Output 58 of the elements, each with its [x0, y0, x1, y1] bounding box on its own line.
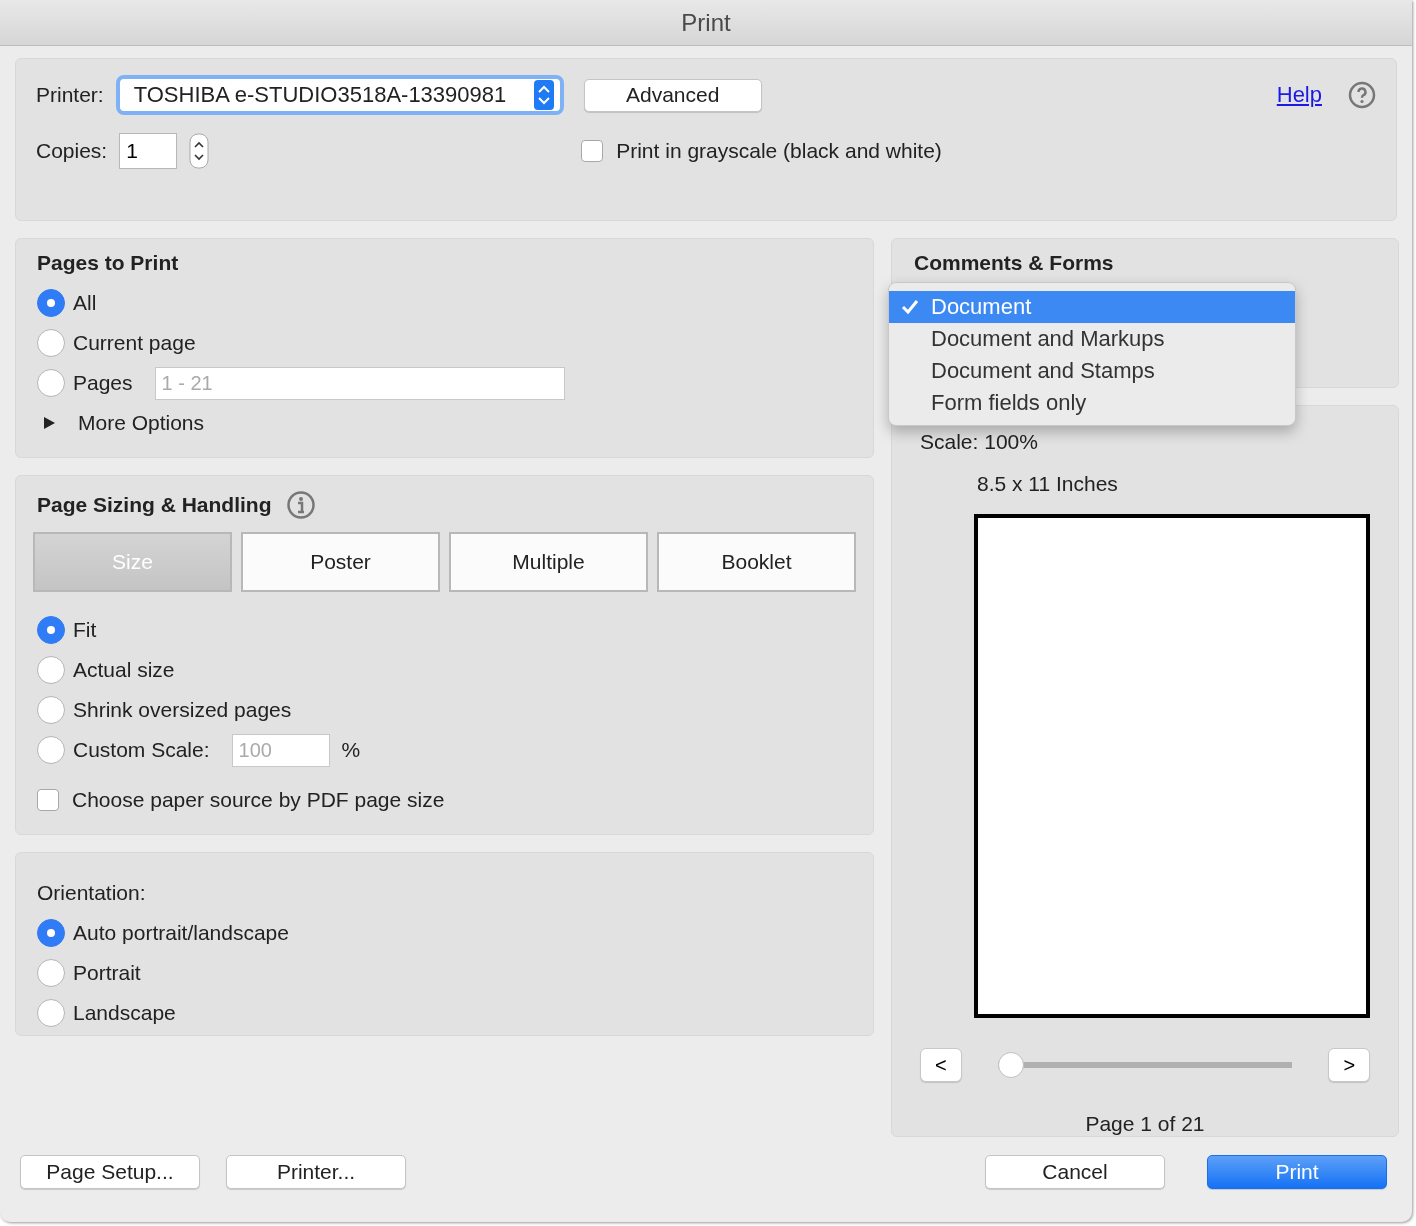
section-title: Orientation: — [37, 881, 147, 905]
option-label: Pages — [73, 371, 133, 395]
scale-label: Scale: 100% — [920, 430, 1039, 454]
tab[interactable]: Booklet — [657, 532, 856, 592]
tab[interactable]: Poster — [241, 532, 440, 592]
radio-button[interactable] — [37, 329, 65, 357]
radio-button[interactable] — [37, 656, 65, 684]
radio-button[interactable] — [37, 959, 65, 987]
more-options-label[interactable]: More Options — [78, 411, 205, 435]
page-setup-button[interactable]: Page Setup... — [20, 1155, 200, 1189]
menu-item[interactable]: Form fields only — [889, 387, 1295, 419]
section-title: Pages to Print — [37, 251, 180, 275]
help-link[interactable]: Help — [1276, 82, 1322, 108]
option-label: Shrink oversized pages — [73, 698, 292, 722]
radio-button[interactable] — [37, 999, 65, 1027]
radio-button[interactable] — [37, 736, 65, 764]
option-label: Landscape — [73, 1001, 176, 1025]
checkbox[interactable] — [581, 140, 604, 162]
option-label: All — [73, 291, 97, 315]
radio-button[interactable] — [37, 696, 65, 724]
checkmark-icon — [901, 299, 919, 315]
option-label: Portrait — [73, 961, 141, 985]
printer-dropdown[interactable]: TOSHIBA e-STUDIO3518A-13390981 — [115, 75, 564, 115]
page-count-label: Page 1 of 21 — [1084, 1112, 1206, 1136]
checkbox[interactable] — [37, 789, 59, 811]
next-page-button[interactable]: > — [1328, 1048, 1370, 1082]
copies-label: Copies: — [36, 139, 108, 163]
tab[interactable]: Multiple — [449, 532, 648, 592]
section-title: Page Sizing & Handling — [37, 493, 272, 517]
stepper-icon[interactable] — [189, 133, 210, 169]
previous-page-button[interactable]: < — [920, 1048, 962, 1082]
grayscale-label: Print in grayscale (black and white) — [616, 139, 942, 163]
option-label: Actual size — [73, 658, 175, 682]
paper-source-label: Choose paper source by PDF page size — [72, 788, 445, 812]
copies-field[interactable]: 1 — [119, 133, 178, 169]
help-icon[interactable] — [1348, 81, 1376, 109]
radio-button[interactable] — [37, 919, 65, 947]
paper-size-label: 8.5 x 11 Inches — [977, 472, 1119, 496]
advanced-button[interactable]: Advanced — [583, 78, 762, 112]
option-label: Current page — [73, 331, 196, 355]
stepper-icon — [533, 80, 554, 110]
printer-button[interactable]: Printer... — [226, 1155, 406, 1189]
radio-button[interactable] — [37, 289, 65, 317]
menu-item[interactable]: Document and Markups — [889, 323, 1295, 355]
radio-button[interactable] — [37, 369, 65, 397]
cancel-button[interactable]: Cancel — [985, 1155, 1165, 1189]
percent-label: % — [341, 738, 361, 762]
menu-item[interactable]: Document and Stamps — [889, 355, 1295, 387]
disclosure-triangle-icon[interactable] — [42, 416, 56, 430]
radio-button[interactable] — [37, 616, 65, 644]
option-label: Fit — [73, 618, 97, 642]
window-title: Print — [681, 8, 731, 37]
option-label: Auto portrait/landscape — [73, 921, 289, 945]
section-title: Comments & Forms — [914, 251, 1115, 275]
info-icon[interactable] — [285, 490, 316, 520]
slider-thumb[interactable] — [997, 1052, 1024, 1078]
printer-label: Printer: — [36, 83, 104, 107]
option-label: Custom Scale: — [73, 738, 210, 762]
